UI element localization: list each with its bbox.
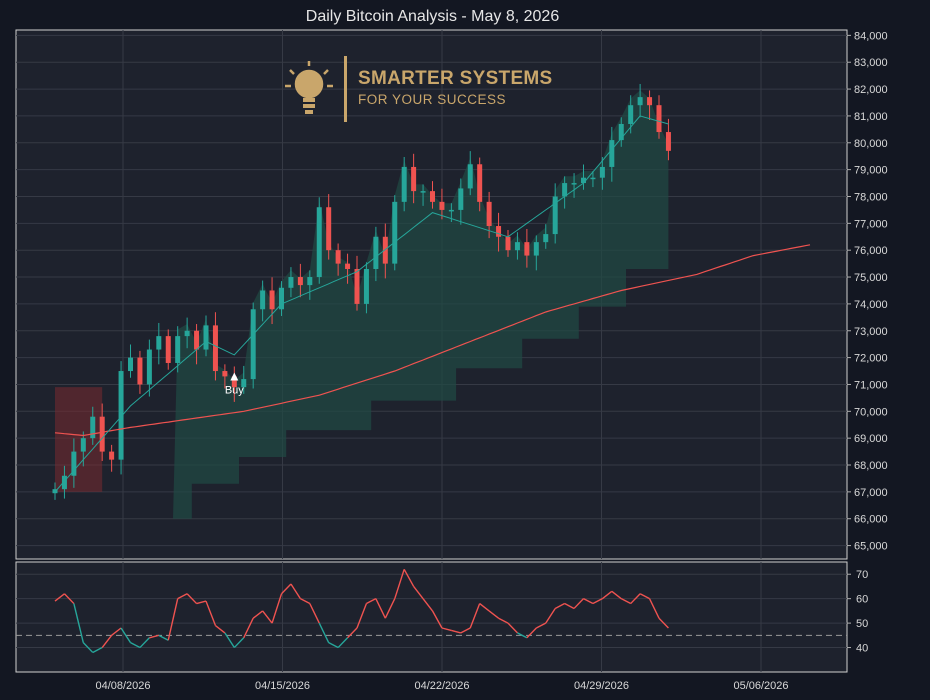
candle-body [184,330,190,337]
candle-body [354,268,360,304]
rsi-tick-label: 40 [856,643,868,655]
candle-body [288,277,294,288]
candle-body [647,97,653,106]
buy-signal-label: Buy [225,384,244,396]
price-tick-label: 71,000 [854,379,888,391]
price-tick-label: 67,000 [854,487,888,499]
candle-body [590,177,596,180]
candle-body [448,209,454,212]
candle-body [571,183,577,185]
price-tick-label: 70,000 [854,406,888,418]
logo-divider [344,56,347,122]
candle-body [80,438,86,452]
candle-body [137,357,143,385]
candle-body [439,201,445,210]
candle-body [128,357,133,372]
candle-body [146,349,152,385]
candle-body [156,336,162,350]
candle-body [562,183,568,197]
candle-body [458,188,464,210]
candle-body [477,164,483,202]
candle-body [363,268,369,304]
candle-body [307,277,313,286]
candle-body [599,166,605,178]
candle-body [212,325,218,372]
candle-body [533,242,539,256]
x-tick-label: 04/29/2026 [574,680,629,692]
logo-line2: FOR YOUR SUCCESS [358,92,507,107]
price-tick-label: 78,000 [854,191,888,203]
candle-body [90,416,96,439]
candle-body [99,416,105,452]
lightbulb-icon [285,61,333,114]
candle-body [269,290,275,310]
price-tick-label: 65,000 [854,541,888,553]
candle-body [194,330,200,350]
candle-body [401,166,407,202]
candle-body [297,277,303,286]
price-tick-label: 82,000 [854,84,888,96]
candle-body [316,207,322,278]
candle-body [637,97,643,106]
price-tick-label: 80,000 [854,138,888,150]
candle-body [165,336,171,363]
candle-body [326,207,332,251]
candle-body [430,191,435,202]
price-tick-label: 76,000 [854,245,888,257]
x-tick-label: 05/06/2026 [733,680,788,692]
rsi-tick-label: 60 [856,594,868,606]
price-tick-label: 74,000 [854,299,888,311]
x-tick-label: 04/08/2026 [95,680,150,692]
price-tick-label: 75,000 [854,272,888,284]
price-tick-label: 81,000 [854,111,888,123]
candle-body [335,250,341,264]
candle-body [486,201,492,227]
price-tick-label: 69,000 [854,433,888,445]
candle-body [656,105,662,133]
rsi-tick-label: 70 [856,569,868,581]
price-tick-label: 79,000 [854,165,888,177]
price-tick-label: 68,000 [854,460,888,472]
candle-body [392,201,398,264]
price-tick-label: 83,000 [854,57,888,69]
candle-body [411,166,417,192]
candle-body [420,191,426,193]
candle-body [514,242,520,251]
price-tick-label: 84,000 [854,30,888,42]
price-tick-label: 72,000 [854,353,888,365]
candle-body [345,263,351,269]
rsi-panel [15,561,848,673]
candle-body [609,140,615,167]
candle-body [250,309,256,380]
candle-body [260,290,266,310]
candle-body [382,236,388,264]
candle-body [543,234,549,243]
candle-body [665,132,671,151]
candle-body [109,451,115,460]
candle-body [496,226,502,237]
candle-body [628,105,634,124]
logo-line1: SMARTER SYSTEMS [358,68,553,89]
brand-logo: SMARTER SYSTEMS FOR YOUR SUCCESS [282,56,582,124]
price-tick-label: 73,000 [854,326,888,338]
candle-body [222,371,228,377]
candle-body [203,325,209,350]
candle-body [505,236,511,251]
chart-stage: Daily Bitcoin Analysis - May 8, 2026 65,… [0,0,930,700]
x-tick-label: 04/15/2026 [255,680,310,692]
price-tick-label: 77,000 [854,218,888,230]
candle-body [175,336,181,363]
candle-body [524,242,530,256]
x-tick-label: 04/22/2026 [414,680,469,692]
price-tick-label: 66,000 [854,514,888,526]
candle-body [373,236,379,269]
candle-body [467,164,473,189]
rsi-tick-label: 50 [856,618,868,630]
